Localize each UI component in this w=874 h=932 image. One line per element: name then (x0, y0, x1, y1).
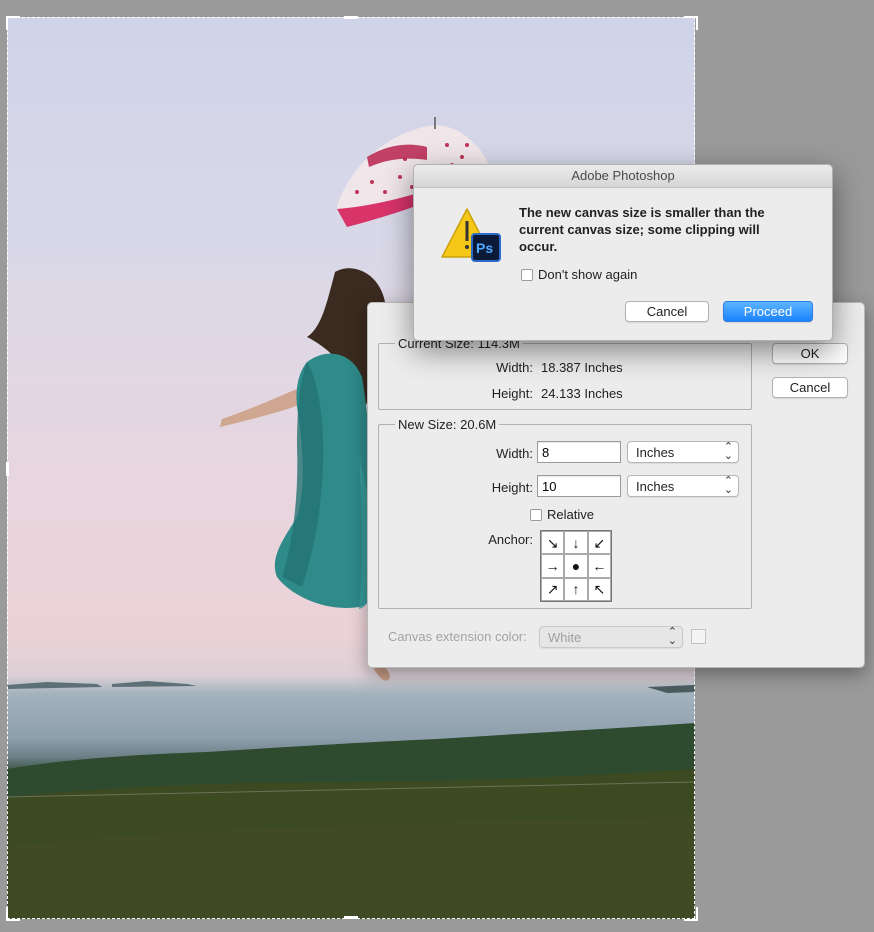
warning-photoshop-icon: Ps (441, 208, 501, 262)
anchor-arrow-s-icon[interactable]: ↑ (564, 577, 588, 601)
new-width-label: Width: (496, 446, 533, 461)
anchor-center-dot-icon[interactable]: ● (564, 554, 588, 578)
ok-button[interactable]: OK (772, 343, 848, 364)
anchor-arrow-n-icon[interactable]: ↓ (564, 531, 588, 555)
current-height-label: Height: (491, 386, 533, 401)
handle-bottom-left[interactable] (6, 907, 20, 921)
dont-show-checkbox[interactable] (521, 269, 533, 281)
new-height-label: Height: (491, 480, 533, 495)
height-unit-value: Inches (636, 479, 675, 494)
handle-top-center[interactable] (344, 16, 358, 19)
anchor-label: Anchor: (488, 532, 533, 547)
alert-message: The new canvas size is smaller than the … (519, 205, 765, 254)
extension-color-select[interactable]: White ⌃ ⌄ (539, 626, 683, 648)
handle-bottom-center[interactable] (344, 916, 358, 919)
handle-bottom-right[interactable] (684, 907, 698, 921)
width-unit-select[interactable]: Inches ⌃ ⌄ (627, 441, 739, 463)
extension-color-value: White (548, 630, 582, 645)
height-unit-select[interactable]: Inches ⌃ ⌄ (627, 475, 739, 497)
cancel-button[interactable]: Cancel (772, 377, 848, 398)
anchor-arrow-sw-icon[interactable]: ↗ (541, 577, 565, 601)
anchor-arrow-w-icon[interactable]: → (541, 554, 565, 578)
handle-left-center[interactable] (6, 462, 9, 476)
current-size-group: Current Size: 114.3M Width: 18.387 Inche… (378, 336, 752, 410)
width-unit-value: Inches (636, 445, 675, 460)
chevron-updown-icon: ⌃ ⌄ (723, 441, 733, 462)
dont-show-label: Don't show again (538, 267, 638, 282)
canvas-size-dialog: Current Size: 114.3M Width: 18.387 Inche… (367, 302, 865, 668)
current-width-label: Width: (496, 360, 533, 375)
relative-label: Relative (547, 507, 594, 522)
new-height-input[interactable] (537, 475, 621, 497)
extension-color-swatch[interactable] (691, 629, 706, 644)
extension-color-label: Canvas extension color: (388, 629, 527, 644)
proceed-button[interactable]: Proceed (723, 301, 813, 322)
anchor-arrow-se-icon[interactable]: ↖ (587, 577, 611, 601)
chevron-updown-icon: ⌃ ⌄ (667, 626, 677, 647)
new-width-input[interactable] (537, 441, 621, 463)
woman-figure (220, 268, 390, 681)
handle-top-left[interactable] (6, 16, 20, 30)
handle-top-right[interactable] (684, 16, 698, 30)
relative-checkbox[interactable] (530, 509, 542, 521)
chevron-updown-icon: ⌃ ⌄ (723, 475, 733, 496)
current-width-value: 18.387 Inches (541, 360, 623, 375)
alert-title: Adobe Photoshop (414, 165, 832, 188)
anchor-arrow-e-icon[interactable]: ← (587, 554, 611, 578)
svg-text:Ps: Ps (476, 240, 493, 256)
anchor-arrow-ne-icon[interactable]: ↙ (587, 531, 611, 555)
clipping-alert: Adobe Photoshop Ps The new canvas size i… (413, 164, 833, 341)
new-size-title: New Size: 20.6M (395, 417, 500, 432)
current-height-value: 24.133 Inches (541, 386, 623, 401)
anchor-arrow-nw-icon[interactable]: ↘ (541, 531, 565, 555)
new-size-group: New Size: 20.6M Width: Inches ⌃⌄ Height:… (378, 417, 752, 609)
anchor-grid[interactable]: ↘ ↓ ↙ → ● ← ↗ ↑ ↖ (540, 530, 612, 602)
alert-cancel-button[interactable]: Cancel (625, 301, 709, 322)
